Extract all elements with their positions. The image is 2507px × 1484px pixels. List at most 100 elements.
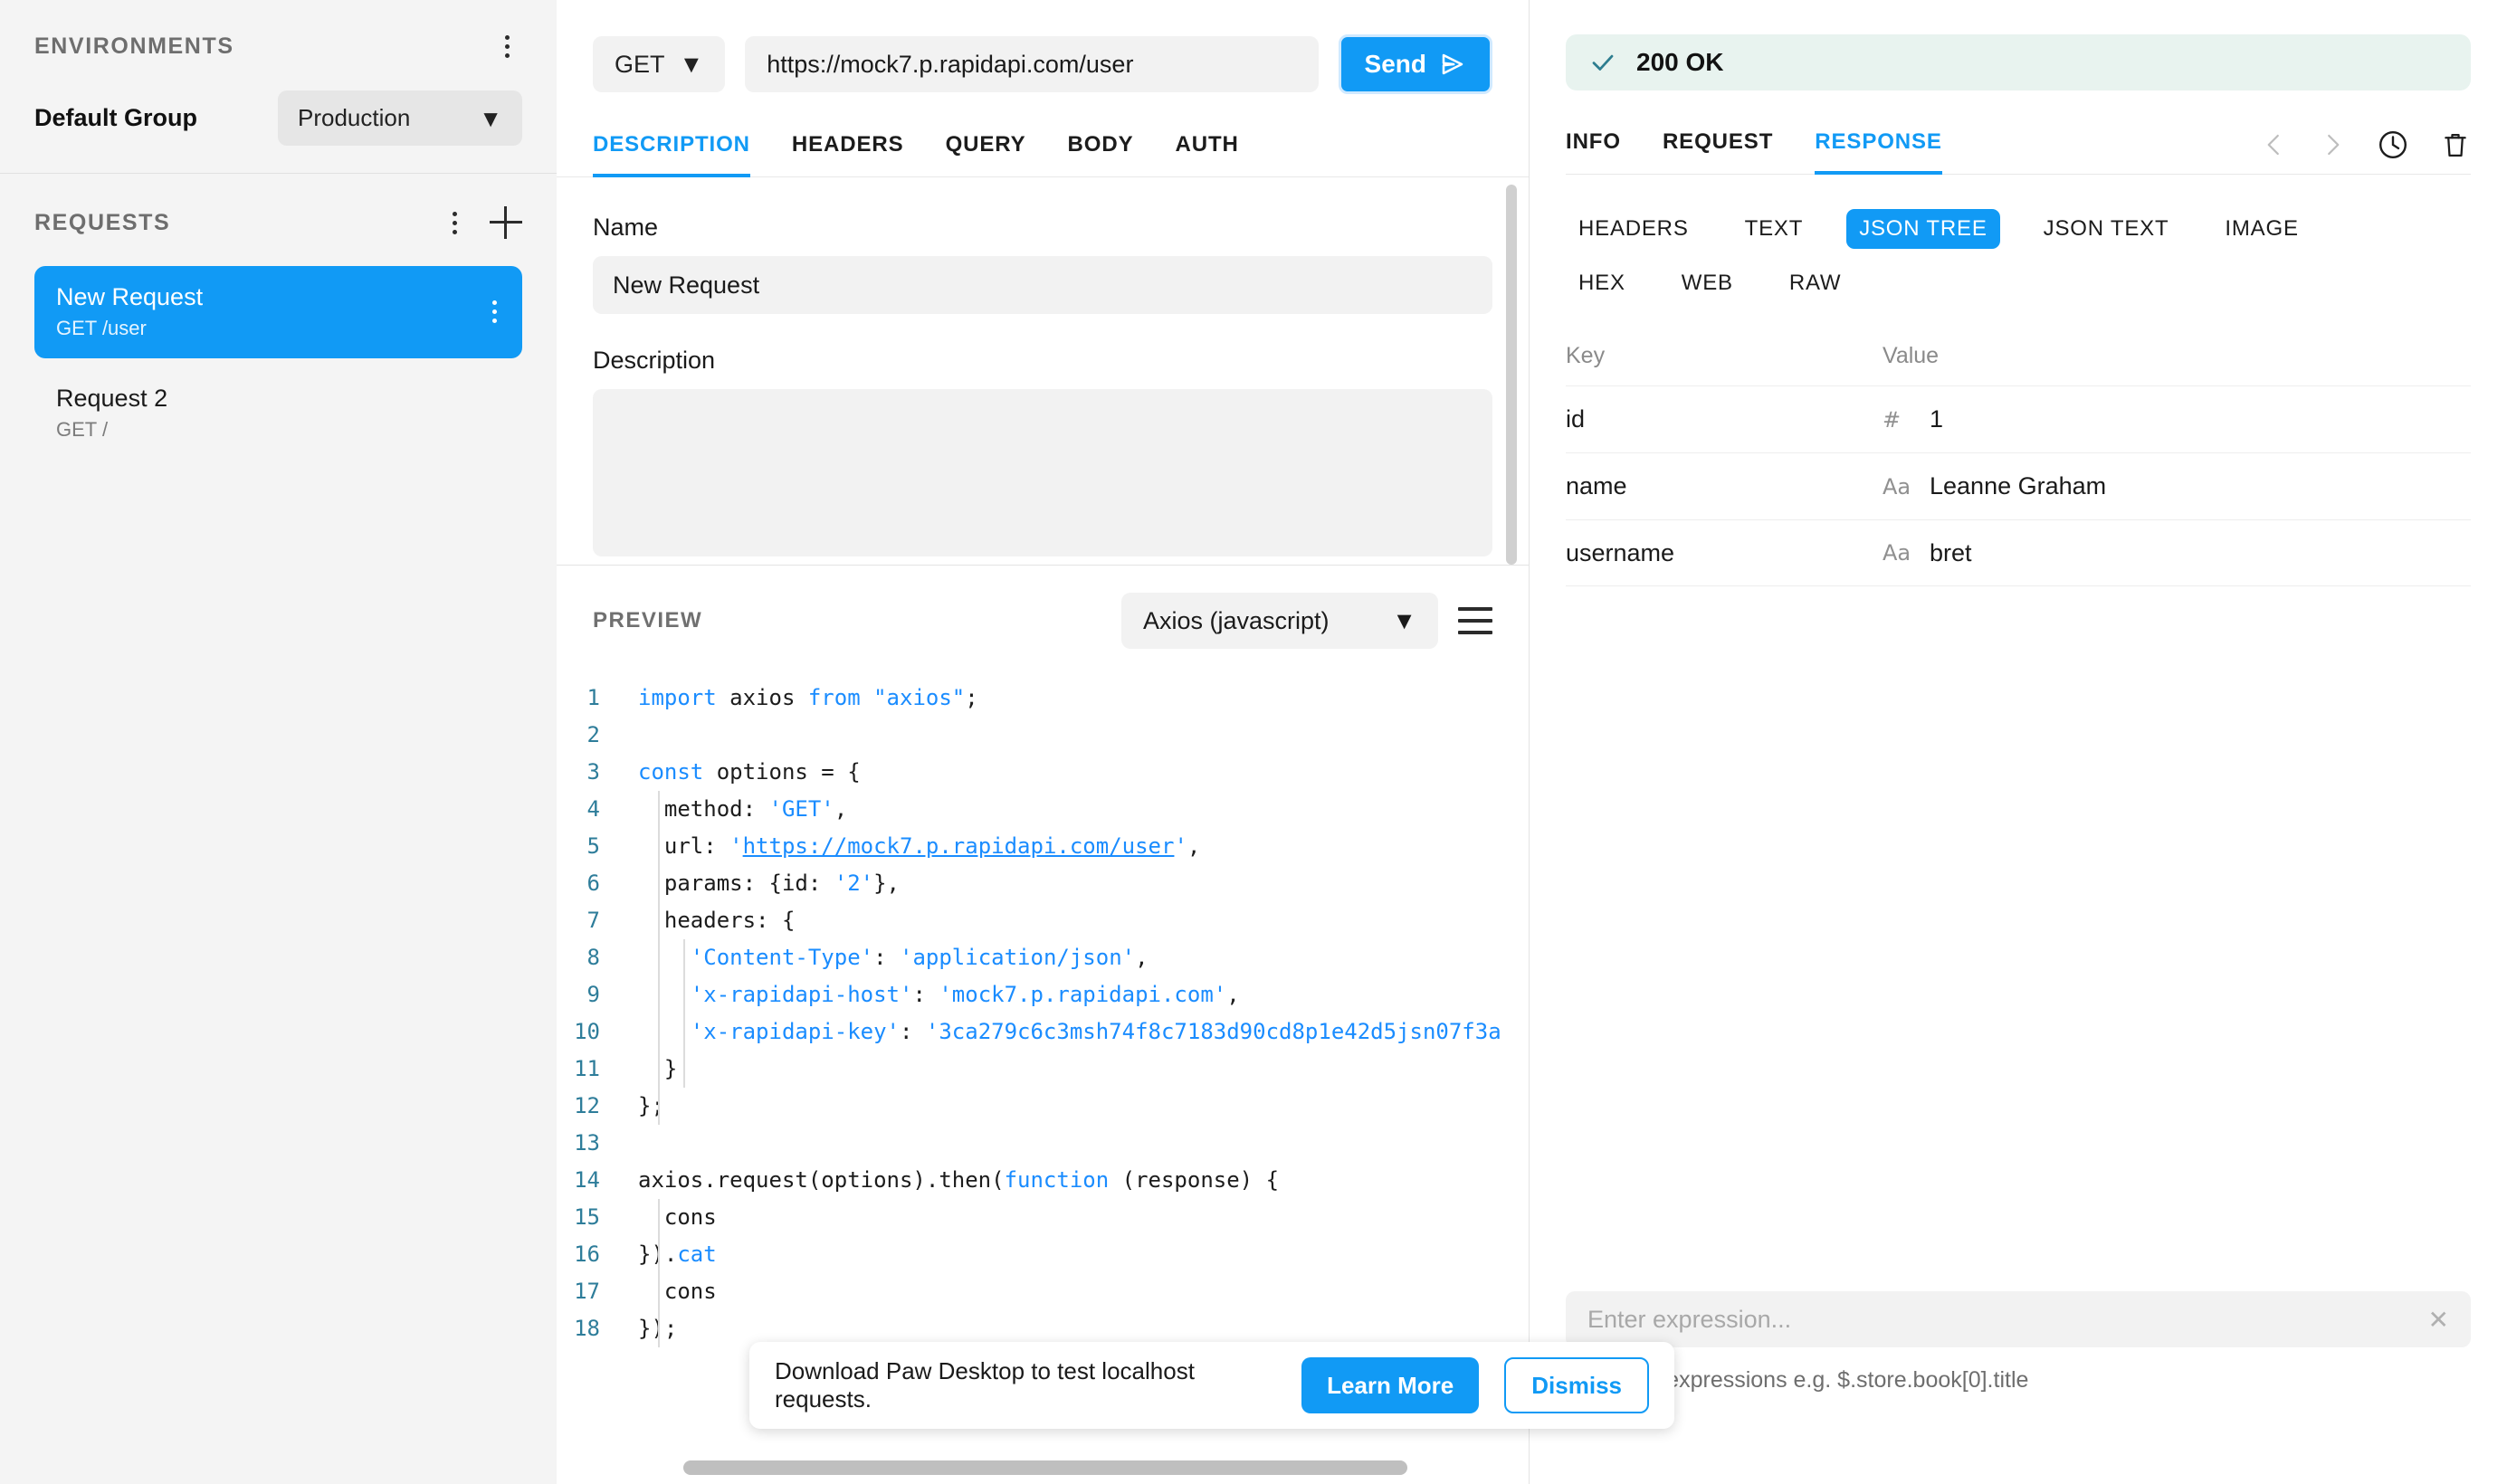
menu-icon[interactable] [1458, 607, 1492, 634]
code-horizontal-scrollbar[interactable] [683, 1460, 1407, 1475]
code-text: const options = { [638, 759, 861, 785]
list-item[interactable]: New Request GET /user [34, 266, 522, 358]
request-more-icon[interactable] [479, 297, 510, 328]
code-text: cons [638, 1204, 717, 1230]
tab-response[interactable]: RESPONSE [1815, 129, 1942, 175]
tab-request[interactable]: REQUEST [1663, 129, 1773, 175]
subtab-json-tree[interactable]: JSON TREE [1846, 209, 2000, 249]
trash-icon[interactable] [2440, 128, 2471, 161]
clear-expression-icon[interactable]: ✕ [2414, 1305, 2449, 1335]
description-textarea[interactable] [593, 389, 1492, 556]
code-text: }).cat [638, 1241, 717, 1267]
toast-notification: Download Paw Desktop to test localhost r… [749, 1342, 1674, 1429]
json-tree-body: id # 1 name Aa Leanne Graham username Aa… [1566, 385, 2471, 586]
line-number: 3 [586, 759, 600, 785]
table-row[interactable]: username Aa bret [1566, 519, 2471, 586]
code-text: 'Content-Type': 'application/json', [690, 945, 1149, 970]
environments-more-icon[interactable] [491, 31, 522, 62]
table-row[interactable]: id # 1 [1566, 385, 2471, 452]
line-number: 11 [574, 1056, 600, 1081]
code-line: 6 params: {id: '2'}, [557, 865, 1529, 902]
tab-info[interactable]: INFO [1566, 129, 1621, 175]
environment-select[interactable]: Production ▼ [278, 90, 522, 146]
requests-header: REQUESTS [34, 206, 522, 239]
environment-group-label: Default Group [34, 104, 197, 131]
language-select[interactable]: Axios (javascript) ▼ [1121, 593, 1438, 649]
indent-guide [658, 791, 660, 1125]
requests-header-actions [439, 206, 522, 239]
line-number: 18 [574, 1316, 600, 1341]
expression-bar: ✕ [1566, 1291, 2471, 1347]
environments-header: ENVIRONMENTS [34, 31, 522, 62]
tab-query[interactable]: QUERY [946, 132, 1026, 177]
preview-actions: Axios (javascript) ▼ [1121, 593, 1492, 649]
subtab-raw[interactable]: RAW [1777, 263, 1854, 303]
code-text: import axios from "axios"; [638, 685, 978, 710]
add-request-icon[interactable] [490, 206, 522, 239]
requests-more-icon[interactable] [439, 207, 470, 238]
line-number: 17 [574, 1279, 600, 1304]
subtab-web[interactable]: WEB [1669, 263, 1746, 303]
code-text: 'x-rapidapi-host': 'mock7.p.rapidapi.com… [690, 982, 1240, 1007]
line-number: 14 [574, 1167, 600, 1193]
chevron-down-icon: ▼ [679, 50, 704, 78]
subtab-headers[interactable]: HEADERS [1566, 209, 1702, 249]
expression-hint: JsonPath expressions e.g. $.store.book[0… [1566, 1367, 2029, 1393]
expression-input[interactable] [1587, 1305, 2414, 1334]
code-line: 5 url: 'https://mock7.p.rapidapi.com/use… [557, 828, 1529, 865]
requests-title: REQUESTS [34, 209, 171, 235]
json-tree-header: Key Value [1566, 343, 2471, 385]
environments-section: ENVIRONMENTS Default Group Production ▼ [0, 0, 557, 173]
environment-row: Default Group Production ▼ [34, 90, 522, 146]
tab-headers[interactable]: HEADERS [792, 132, 904, 177]
history-clock-icon[interactable] [2377, 128, 2409, 161]
code-line: 9 'x-rapidapi-host': 'mock7.p.rapidapi.c… [557, 976, 1529, 1013]
code-line: 15 cons [557, 1199, 1529, 1236]
line-number: 16 [574, 1241, 600, 1267]
subtab-image[interactable]: IMAGE [2212, 209, 2311, 249]
response-panel: 200 OK INFO REQUEST RESPONSE HEADERS TEX… [1530, 0, 2507, 1484]
code-line: 13 [557, 1125, 1529, 1162]
method-select[interactable]: GET ▼ [593, 36, 726, 92]
response-tabs: INFO REQUEST RESPONSE [1566, 128, 2471, 175]
subtab-text[interactable]: TEXT [1732, 209, 1816, 249]
code-preview[interactable]: 1 import axios from "axios"; 2 3 const optio… [557, 680, 1529, 1347]
string-type-icon: Aa [1883, 473, 1911, 499]
subtab-json-text[interactable]: JSON TEXT [2031, 209, 2182, 249]
environments-title: ENVIRONMENTS [34, 33, 234, 59]
code-text: method: 'GET', [638, 796, 848, 822]
line-number: 12 [574, 1093, 600, 1118]
description-scrollbar[interactable] [1506, 185, 1517, 565]
next-icon[interactable] [2319, 129, 2346, 160]
request-sub: GET / [56, 417, 109, 441]
name-label: Name [593, 214, 659, 241]
url-bar: GET ▼ Send [557, 0, 1529, 94]
code-line: 3 const options = { [557, 754, 1529, 791]
number-type-icon: # [1883, 406, 1902, 433]
learn-more-button[interactable]: Learn More [1301, 1357, 1480, 1413]
line-number: 2 [586, 722, 600, 747]
prev-icon[interactable] [2261, 129, 2288, 160]
app-root: ENVIRONMENTS Default Group Production ▼ … [0, 0, 2507, 1484]
name-input[interactable] [593, 256, 1492, 314]
table-row[interactable]: name Aa Leanne Graham [1566, 452, 2471, 519]
requests-list: New Request GET /user Request 2 GET / [34, 266, 522, 460]
line-number: 7 [586, 908, 600, 933]
send-button[interactable]: Send [1338, 34, 1492, 94]
row-key: name [1566, 472, 1627, 499]
code-text: axios.request(options).then(function (re… [638, 1167, 1280, 1193]
tab-auth[interactable]: AUTH [1176, 132, 1239, 177]
subtab-hex[interactable]: HEX [1566, 263, 1638, 303]
line-number: 9 [586, 982, 600, 1007]
line-number: 13 [574, 1130, 600, 1156]
dismiss-button[interactable]: Dismiss [1504, 1357, 1649, 1413]
send-icon [1442, 53, 1463, 75]
code-text: 'x-rapidapi-key': '3ca279c6c3msh74f8c718… [690, 1019, 1501, 1044]
tab-body[interactable]: BODY [1068, 132, 1134, 177]
url-input[interactable] [745, 36, 1319, 92]
row-value: 1 [1930, 405, 1944, 433]
expression-section: ✕ JsonPath expressions e.g. $.store.book… [1566, 1291, 2471, 1394]
tab-description[interactable]: DESCRIPTION [593, 132, 750, 177]
code-line: 1 import axios from "axios"; [557, 680, 1529, 717]
list-item[interactable]: Request 2 GET / [34, 367, 522, 460]
